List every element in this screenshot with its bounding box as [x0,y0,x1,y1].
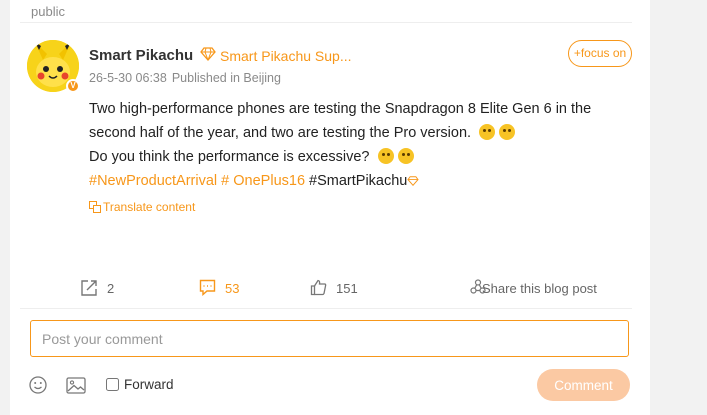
translate-icon [89,201,101,213]
hashtag-link[interactable]: # OnePlus16 [221,173,305,189]
forward-checkbox[interactable] [106,378,119,391]
comment-count: 53 [225,281,240,296]
post-content: Two high-performance phones are testing … [89,97,634,193]
action-bar: 2 53 151 Share this blog post [10,277,650,301]
translate-label: Translate content [103,200,196,214]
post-meta: 26-5-30 06:38 Published in Beijing [89,71,281,85]
verified-badge: V [66,79,80,93]
emoji-icon[interactable] [29,376,47,394]
timestamp[interactable]: 26-5-30 06:38 [89,71,167,85]
cat-emoji-icon [377,148,394,164]
comment-icon [199,279,216,296]
smiley-emoji-icon [479,124,496,140]
post-card: public V Smart Pikachu Smart Pikachu Sup… [10,0,650,415]
cat-emoji-icon [397,148,414,164]
image-icon[interactable] [66,377,86,394]
like-icon [310,279,327,296]
comment-submit-button[interactable]: Comment [537,369,630,401]
forward-label: Forward [124,377,174,392]
post-text-line1: Two high-performance phones are testing … [89,101,592,141]
smiley-emoji-icon [499,124,516,140]
comment-input[interactable] [30,320,629,357]
location: Published in Beijing [171,71,281,85]
post-text-line2: Do you think the performance is excessiv… [89,149,370,165]
repost-count: 2 [107,281,115,296]
hashtag-link[interactable]: #NewProductArrival [89,173,217,189]
forward-option[interactable]: Forward [106,377,174,392]
divider [20,22,632,23]
follow-button[interactable]: +focus on [568,40,632,67]
diamond-icon [407,176,420,186]
like-count: 151 [336,281,358,296]
visibility-label: public [31,4,65,19]
divider [20,308,632,309]
username[interactable]: Smart Pikachu [89,47,193,64]
repost-icon [81,280,97,296]
hashtag-link[interactable]: #SmartPikachu [309,173,407,189]
share-label: Share this blog post [482,281,597,296]
diamond-icon [200,47,216,61]
group-name[interactable]: Smart Pikachu Sup... [220,48,352,64]
translate-link[interactable]: Translate content [89,200,195,214]
